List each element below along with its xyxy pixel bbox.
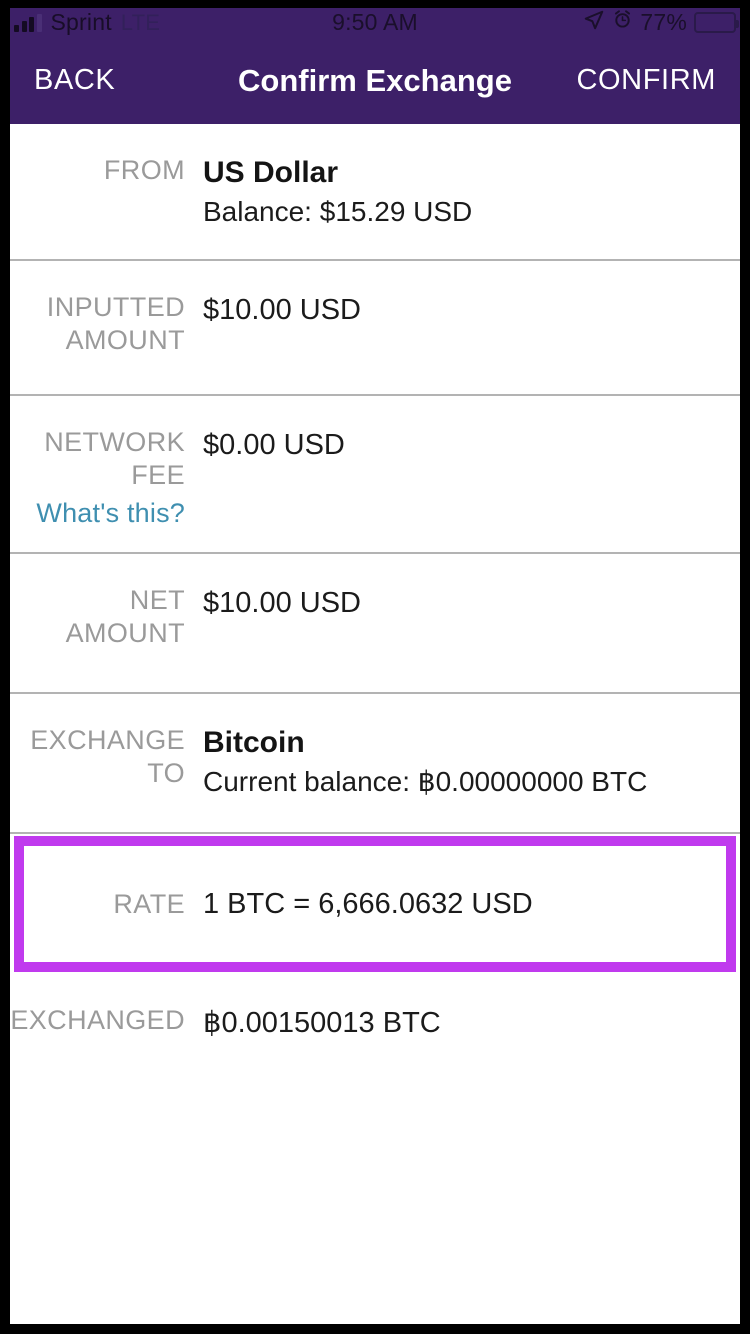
- phone-screen: Sprint LTE 9:50 AM 77% BACK Confirm Exch…: [10, 8, 740, 1324]
- status-bar: Sprint LTE 9:50 AM 77%: [10, 8, 740, 37]
- status-bar-right: 77%: [583, 9, 740, 37]
- row-exchange-to-value: Bitcoin Current balance: ฿0.00000000 BTC: [185, 724, 740, 802]
- row-net-amount-value: $10.00 USD: [185, 584, 740, 622]
- row-inputted-amount-value: $10.00 USD: [185, 291, 740, 329]
- inputted-amount-value: $10.00 USD: [203, 294, 361, 326]
- confirm-button[interactable]: CONFIRM: [576, 64, 716, 97]
- row-network-fee-label: NETWORK FEE What's this?: [10, 426, 185, 534]
- row-net-amount[interactable]: NET AMOUNT $10.00 USD: [10, 554, 740, 694]
- exchange-to-currency-name: Bitcoin: [203, 726, 305, 759]
- row-rate-container: RATE 1 BTC = 6,666.0632 USD: [10, 834, 740, 974]
- exchange-to-label-line1: EXCHANGE: [30, 725, 185, 755]
- battery-percent-label: 77%: [640, 9, 687, 35]
- device-frame: Sprint LTE 9:50 AM 77% BACK Confirm Exch…: [0, 0, 750, 1334]
- row-net-amount-label: NET AMOUNT: [10, 584, 185, 650]
- row-exchanged-label: EXCHANGED: [10, 1005, 185, 1035]
- signal-bars-icon: [14, 13, 42, 32]
- row-network-fee[interactable]: NETWORK FEE What's this? $0.00 USD: [10, 396, 740, 554]
- row-from[interactable]: FROM US Dollar Balance: $15.29 USD: [10, 124, 740, 261]
- row-from-label: FROM: [103, 155, 185, 185]
- net-amount-value: $10.00 USD: [203, 587, 361, 619]
- from-balance: Balance: $15.29 USD: [203, 196, 473, 227]
- row-exchanged[interactable]: EXCHANGED ฿0.00150013 BTC: [10, 974, 740, 1094]
- row-rate-label: RATE: [113, 889, 185, 919]
- row-inputted-amount[interactable]: INPUTTED AMOUNT $10.00 USD: [10, 261, 740, 396]
- location-arrow-icon: [583, 9, 605, 37]
- inputted-label-line2: AMOUNT: [65, 325, 185, 355]
- row-from-value: US Dollar Balance: $15.29 USD: [185, 154, 740, 232]
- carrier-name: Sprint: [50, 9, 112, 35]
- alarm-clock-icon: [612, 9, 633, 36]
- exchange-to-label-line2: TO: [147, 758, 185, 788]
- status-bar-left: Sprint LTE: [10, 9, 160, 36]
- network-fee-label-line1: NETWORK: [44, 427, 185, 457]
- inputted-label-line1: INPUTTED: [46, 292, 185, 322]
- row-rate-value: 1 BTC = 6,666.0632 USD: [185, 885, 740, 923]
- exchanged-value: ฿0.00150013 BTC: [203, 1007, 441, 1039]
- row-exchanged-value: ฿0.00150013 BTC: [185, 1004, 740, 1042]
- net-amount-label-line2: AMOUNT: [65, 618, 185, 648]
- battery-low-power-icon: [694, 12, 739, 33]
- row-rate[interactable]: RATE 1 BTC = 6,666.0632 USD: [10, 834, 740, 974]
- network-type-label: LTE: [120, 9, 161, 35]
- exchange-details-list: FROM US Dollar Balance: $15.29 USD INPUT…: [10, 124, 740, 1324]
- row-inputted-amount-label: INPUTTED AMOUNT: [10, 291, 185, 357]
- back-button[interactable]: BACK: [34, 64, 115, 97]
- row-exchange-to-label: EXCHANGE TO: [10, 724, 185, 790]
- exchange-to-balance: Current balance: ฿0.00000000 BTC: [203, 766, 648, 797]
- network-fee-value: $0.00 USD: [203, 429, 345, 461]
- whats-this-link[interactable]: What's this?: [10, 492, 185, 534]
- rate-value: 1 BTC = 6,666.0632 USD: [203, 888, 533, 920]
- row-exchange-to[interactable]: EXCHANGE TO Bitcoin Current balance: ฿0.…: [10, 694, 740, 834]
- row-network-fee-value: $0.00 USD: [185, 426, 740, 464]
- navigation-bar: BACK Confirm Exchange CONFIRM: [10, 37, 740, 124]
- net-amount-label-line1: NET: [129, 585, 185, 615]
- from-currency-name: US Dollar: [203, 156, 339, 189]
- network-fee-label-line2: FEE: [131, 460, 185, 490]
